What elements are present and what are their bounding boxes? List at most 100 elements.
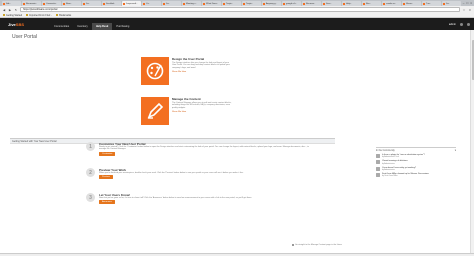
design-card: Design the User Portal The Design interf…: [141, 57, 232, 85]
dismiss-label: Go straight to the Manage Content page i…: [295, 244, 342, 246]
nav-inventory[interactable]: Inventory: [73, 23, 92, 30]
folder-icon: [26, 14, 29, 16]
preview-button[interactable]: Preview: [99, 175, 113, 180]
tab-label: Tenjin..: [246, 2, 253, 5]
bookmark-item[interactable]: Getting Started: [3, 14, 22, 17]
feed-item[interactable]: Scott Jane Miller showed up for Weaver D…: [376, 172, 456, 178]
feed-item[interactable]: Cisco doesn't have entity yet working? by…: [376, 166, 456, 171]
menu-icon[interactable]: ≡: [468, 8, 472, 12]
step-description: Ready to get started? Click the 'Customi…: [99, 146, 309, 151]
avatar: [376, 154, 380, 158]
favicon-icon: [123, 2, 125, 5]
tab-label: Help..: [346, 2, 352, 5]
header-user-area: admin: [449, 22, 470, 26]
bookmark-item[interactable]: Bookmarks: [56, 14, 71, 17]
favicon-icon: [383, 2, 385, 5]
content-card: Manage the Content The Content Manager a…: [141, 97, 232, 125]
favicon-icon: [83, 2, 85, 5]
tab-label: Jaspersoft..: [126, 2, 138, 5]
tab-label: Rec..: [366, 2, 372, 5]
show-me-how-link[interactable]: Show Me How: [172, 111, 186, 113]
forward-icon[interactable]: ▶: [8, 8, 12, 12]
feed-author: by Administrator Tech: [382, 156, 400, 159]
reload-icon[interactable]: ↻: [14, 8, 18, 12]
favicon-icon: [443, 2, 445, 5]
favicon-icon: [143, 2, 145, 5]
page-scrollbar[interactable]: [470, 30, 474, 256]
folder-icon: [56, 14, 59, 16]
nav-help-desk[interactable]: Help Desk: [91, 23, 113, 30]
window-controls: – □ ×: [463, 0, 472, 5]
favicon-icon: [363, 2, 365, 5]
step-number: 3: [86, 193, 95, 202]
favicon-icon: [103, 2, 105, 5]
user-name[interactable]: admin: [449, 23, 456, 26]
close-icon[interactable]: ×: [470, 1, 472, 5]
tab-label: Share..: [406, 2, 414, 5]
step-description: Now that you've gone so far, it's time t…: [99, 197, 252, 199]
card-description: The Content Manager allows you to edit a…: [172, 102, 232, 109]
tab-label: Jiv..: [86, 2, 90, 5]
tab-label: Anyway g..: [266, 2, 277, 5]
favicon-icon: [263, 2, 265, 5]
favicon-icon: [23, 2, 25, 5]
main-content: User Portal Design the User Portal The D…: [0, 30, 474, 256]
announce-button[interactable]: Announce: [99, 200, 115, 205]
avatar: [376, 172, 380, 177]
back-icon[interactable]: ◀: [2, 8, 6, 12]
step-announce: 3 Let Your Users Know! Now that you've g…: [86, 193, 309, 205]
card-title: Manage the Content: [172, 97, 201, 101]
tab-label: Jiv..: [446, 2, 450, 5]
favicon-icon: [63, 2, 65, 5]
dismiss-checkbox[interactable]: [292, 244, 294, 246]
favicon-icon: [423, 2, 425, 5]
nav-communities[interactable]: Communities: [50, 23, 73, 30]
step-number: 2: [86, 168, 95, 177]
favicon-icon: [3, 2, 5, 5]
tab-label: Recoverin..: [26, 2, 38, 5]
step-number: 1: [86, 142, 95, 151]
tab-label: Connectiv..: [46, 2, 57, 5]
customize-button[interactable]: Customize: [99, 151, 116, 156]
tab-label: Tuo..: [426, 2, 431, 5]
community-sidebar: In the Community ▾ Is there a plugin for…: [376, 147, 456, 192]
feed-item[interactable]: Is there a plugin for "macro substitutio…: [376, 154, 456, 158]
bookmark-item[interactable]: Imported From Firef...: [26, 14, 52, 17]
show-me-how-link[interactable]: Show Me How: [172, 71, 186, 73]
maximize-icon[interactable]: □: [466, 1, 468, 5]
favicon-icon: [243, 2, 245, 5]
card-description: The Design interface lets you change the…: [172, 62, 230, 69]
top-navigation: Communities Inventory Help Desk Purchasi…: [50, 18, 133, 30]
step-customize: 1 Customize Your New User Portal Ready t…: [86, 142, 309, 156]
card-title: Design the User Portal: [172, 57, 205, 61]
favicon-icon: [203, 2, 205, 5]
tab-label: Meeting s..: [186, 2, 197, 5]
tab-label: Cv..: [146, 2, 150, 5]
favicon-icon: [403, 2, 405, 5]
tab-label: What Does..: [206, 2, 219, 5]
collapse-icon[interactable]: ▾: [455, 149, 456, 152]
palette-icon: [141, 57, 169, 85]
nav-purchasing[interactable]: Purchasing: [112, 23, 133, 30]
inbox-icon[interactable]: [460, 22, 463, 26]
feed-author: by Administrator: [382, 162, 395, 165]
tab-label: Sdc..: [6, 2, 11, 5]
dismiss-option[interactable]: Go straight to the Manage Content page i…: [292, 244, 342, 246]
tab-label: google ch..: [286, 2, 297, 5]
favicon-icon: [43, 2, 45, 5]
tab-label: Jiv..: [166, 2, 170, 5]
app-logo[interactable]: JiveSBS: [8, 22, 50, 27]
minimize-icon[interactable]: –: [463, 1, 465, 5]
tab-label: conde as..: [386, 2, 397, 5]
url-input[interactable]: https://jivesoftware.com/portal: [20, 7, 460, 12]
community-heading: In the Community: [376, 149, 395, 152]
tab-label: Scrollad..: [106, 2, 116, 5]
folder-icon: [3, 14, 5, 16]
feed-author: by Scott Jane Miller: [382, 175, 398, 178]
settings-icon[interactable]: [467, 22, 470, 26]
address-bar: ◀ ▶ ↻ https://jivesoftware.com/portal ☆ …: [0, 6, 474, 13]
step-preview: 2 Preview Your Work When you've finished…: [86, 168, 309, 180]
feed-item[interactable]: Closed warnings of deletions by Administr…: [376, 160, 456, 165]
star-icon[interactable]: ☆: [462, 8, 466, 12]
favicon-icon: [163, 2, 165, 5]
